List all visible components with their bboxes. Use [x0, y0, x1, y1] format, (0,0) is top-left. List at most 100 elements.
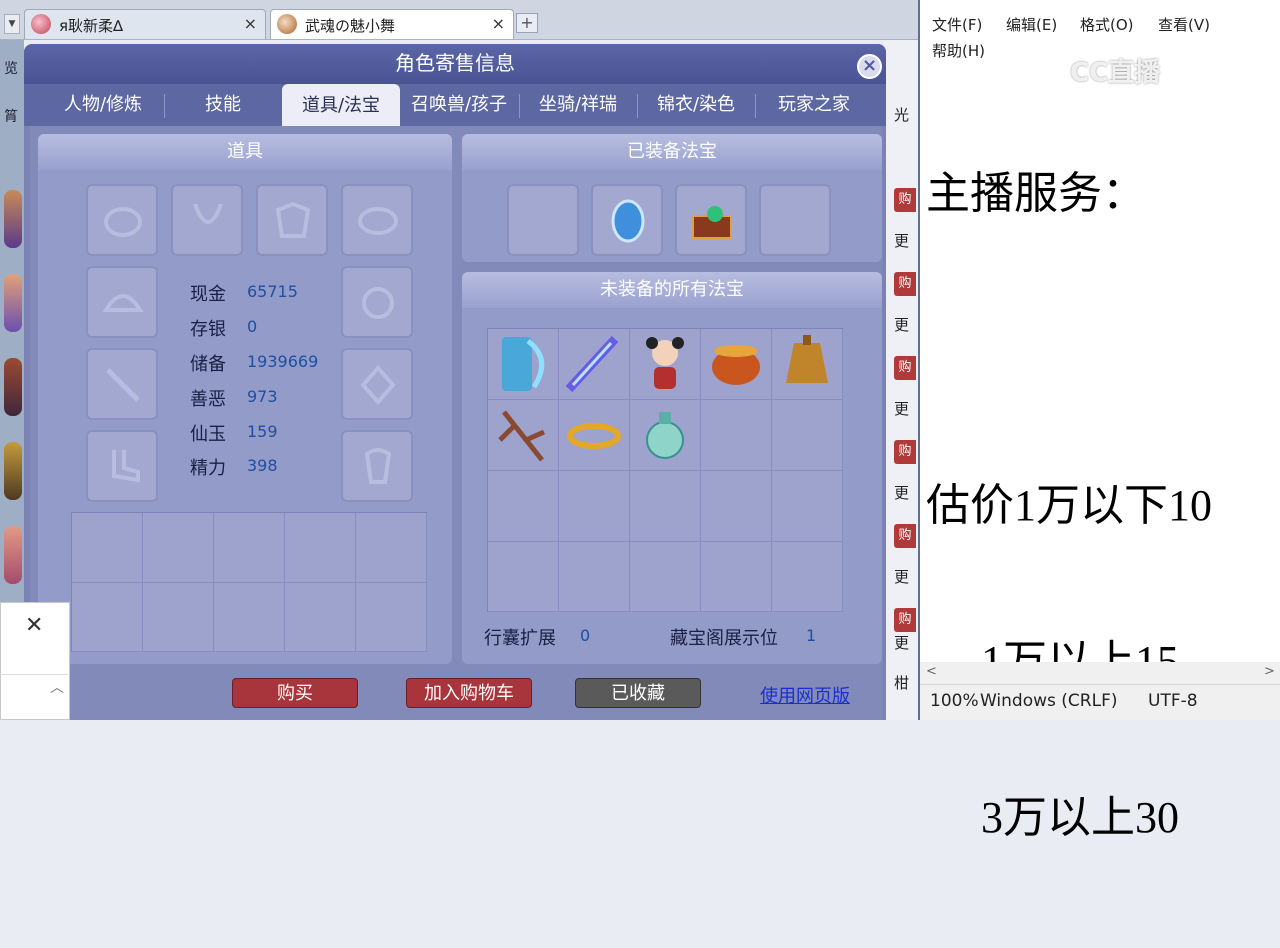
treasure-grid-slot[interactable] — [701, 542, 772, 612]
items-panel-header: 道具 — [38, 134, 452, 170]
tab-outfits[interactable]: 锦衣/染色 — [637, 86, 755, 124]
new-tab-button[interactable]: + — [516, 13, 538, 33]
tab-summons[interactable]: 召唤兽/孩子 — [400, 86, 518, 124]
treasure-grid-slot[interactable] — [772, 471, 843, 542]
inventory-slot[interactable] — [72, 513, 143, 583]
menu-file[interactable]: 文件(F) — [932, 14, 982, 35]
inventory-slot[interactable] — [214, 583, 285, 652]
dialog-content: 道具 现金 65715 存银 0 储备 1939669 善恶 973 仙玉 15… — [30, 126, 882, 720]
inventory-slot[interactable] — [285, 583, 356, 652]
treasure-grid-slot[interactable] — [488, 329, 559, 400]
talisman-icon — [364, 448, 392, 484]
equip-slot[interactable] — [341, 430, 413, 502]
horizontal-scrollbar[interactable]: < > — [920, 662, 1280, 684]
treasure-grid-slot[interactable] — [772, 329, 843, 400]
equip-slot[interactable] — [86, 430, 158, 502]
background-text: 光 — [894, 106, 910, 124]
scroll-left-icon[interactable]: < — [926, 664, 937, 679]
chevron-up-icon[interactable]: ︿ — [50, 677, 64, 697]
inventory-slot[interactable] — [72, 583, 143, 652]
buy-button[interactable]: 购买 — [232, 678, 358, 708]
equip-slot[interactable] — [341, 348, 413, 420]
browser-tab-1[interactable]: я耿新柔∆ × — [24, 9, 266, 39]
menu-help[interactable]: 帮助(H) — [932, 40, 985, 61]
inventory-slot[interactable] — [285, 513, 356, 583]
equip-slot[interactable] — [86, 184, 158, 256]
tab-favicon-icon — [277, 14, 297, 34]
zoom-level: 100% — [930, 691, 979, 711]
bag-expand-label: 行囊扩展 — [484, 628, 556, 649]
equip-slot[interactable] — [341, 184, 413, 256]
treasure-grid-slot[interactable] — [559, 329, 630, 400]
background-buy-button[interactable]: 购 — [894, 356, 916, 380]
stat-label: 现金 — [190, 284, 226, 305]
favorited-button[interactable]: 已收藏 — [575, 678, 701, 708]
equip-slot[interactable] — [341, 266, 413, 338]
treasure-grid-slot[interactable] — [488, 400, 559, 471]
background-text: 更 — [894, 316, 910, 334]
treasure-grid-slot[interactable] — [630, 542, 701, 612]
background-buy-button[interactable]: 购 — [894, 440, 916, 464]
inventory-slot[interactable] — [143, 513, 214, 583]
scroll-right-icon[interactable]: > — [1264, 664, 1275, 679]
treasure-grid-slot[interactable] — [701, 400, 772, 471]
menu-format[interactable]: 格式(O) — [1080, 14, 1134, 35]
character-avatar — [4, 526, 22, 584]
tab-items-treasures[interactable]: 道具/法宝 — [282, 84, 400, 126]
menu-view[interactable]: 查看(V) — [1158, 14, 1210, 35]
hat-icon — [102, 294, 144, 312]
close-icon[interactable]: × — [857, 54, 882, 79]
treasure-grid-slot[interactable] — [701, 329, 772, 400]
treasure-grid-slot[interactable] — [488, 542, 559, 612]
treasure-grid-slot[interactable] — [559, 400, 630, 471]
notepad-window: 文件(F) 编辑(E) 格式(O) 查看(V) 帮助(H) 主播服务： 估价1万… — [918, 0, 1280, 842]
treasure-grid-slot[interactable] — [630, 329, 701, 400]
treasure-slot[interactable] — [591, 184, 663, 256]
treasure-grid-slot[interactable] — [772, 400, 843, 471]
treasure-chest-icon — [692, 206, 732, 239]
treasure-grid-slot[interactable] — [559, 471, 630, 542]
close-icon[interactable]: ✕ — [25, 613, 43, 638]
tab-close-icon[interactable]: × — [244, 14, 257, 33]
treasure-slot[interactable] — [507, 184, 579, 256]
tab-skills[interactable]: 技能 — [164, 86, 282, 124]
inventory-slot[interactable] — [356, 513, 427, 583]
stat-label: 存银 — [190, 319, 226, 340]
tab-player-home[interactable]: 玩家之家 — [755, 86, 873, 124]
equip-slot[interactable] — [86, 348, 158, 420]
stat-label: 仙玉 — [190, 424, 226, 445]
background-text: 更 — [894, 568, 910, 586]
treasure-grid-slot[interactable] — [488, 471, 559, 542]
background-buy-button[interactable]: 购 — [894, 272, 916, 296]
browser-tab-2[interactable]: 武魂の魅小舞 × — [270, 9, 514, 39]
background-buy-button[interactable]: 购 — [894, 188, 916, 212]
tab-mounts[interactable]: 坐骑/祥瑞 — [519, 86, 637, 124]
tab-close-icon[interactable]: × — [492, 14, 505, 33]
tab-menu-button[interactable]: ▼ — [4, 14, 20, 34]
treasure-slot[interactable] — [675, 184, 747, 256]
treasure-grid-slot[interactable] — [701, 471, 772, 542]
treasure-grid-slot[interactable] — [630, 471, 701, 542]
add-to-cart-button[interactable]: 加入购物车 — [406, 678, 532, 708]
treasure-slot[interactable] — [759, 184, 831, 256]
background-buy-button[interactable]: 购 — [894, 608, 916, 632]
notepad-text-area[interactable]: 主播服务： 估价1万以下10 1万以上15 3万以上30 — [926, 64, 1276, 948]
menu-edit[interactable]: 编辑(E) — [1006, 14, 1057, 35]
treasure-grid-slot[interactable] — [772, 542, 843, 612]
treasure-grid-slot[interactable] — [630, 400, 701, 471]
stat-label: 精力 — [190, 458, 226, 479]
inventory-slot[interactable] — [356, 583, 427, 652]
equip-slot[interactable] — [171, 184, 243, 256]
background-buy-button[interactable]: 购 — [894, 524, 916, 548]
inventory-slot[interactable] — [143, 583, 214, 652]
equip-slot[interactable] — [256, 184, 328, 256]
tab-character[interactable]: 人物/修炼 — [44, 86, 162, 124]
helmet-icon — [104, 207, 142, 237]
inventory-slot[interactable] — [214, 513, 285, 583]
golden-rope-icon — [567, 423, 621, 449]
equip-slot[interactable] — [86, 266, 158, 338]
stat-value: 1939669 — [247, 352, 319, 371]
treasure-grid-slot[interactable] — [559, 542, 630, 612]
dialog-title: 角色寄售信息 — [24, 44, 886, 84]
web-version-link[interactable]: 使用网页版 — [760, 682, 850, 708]
